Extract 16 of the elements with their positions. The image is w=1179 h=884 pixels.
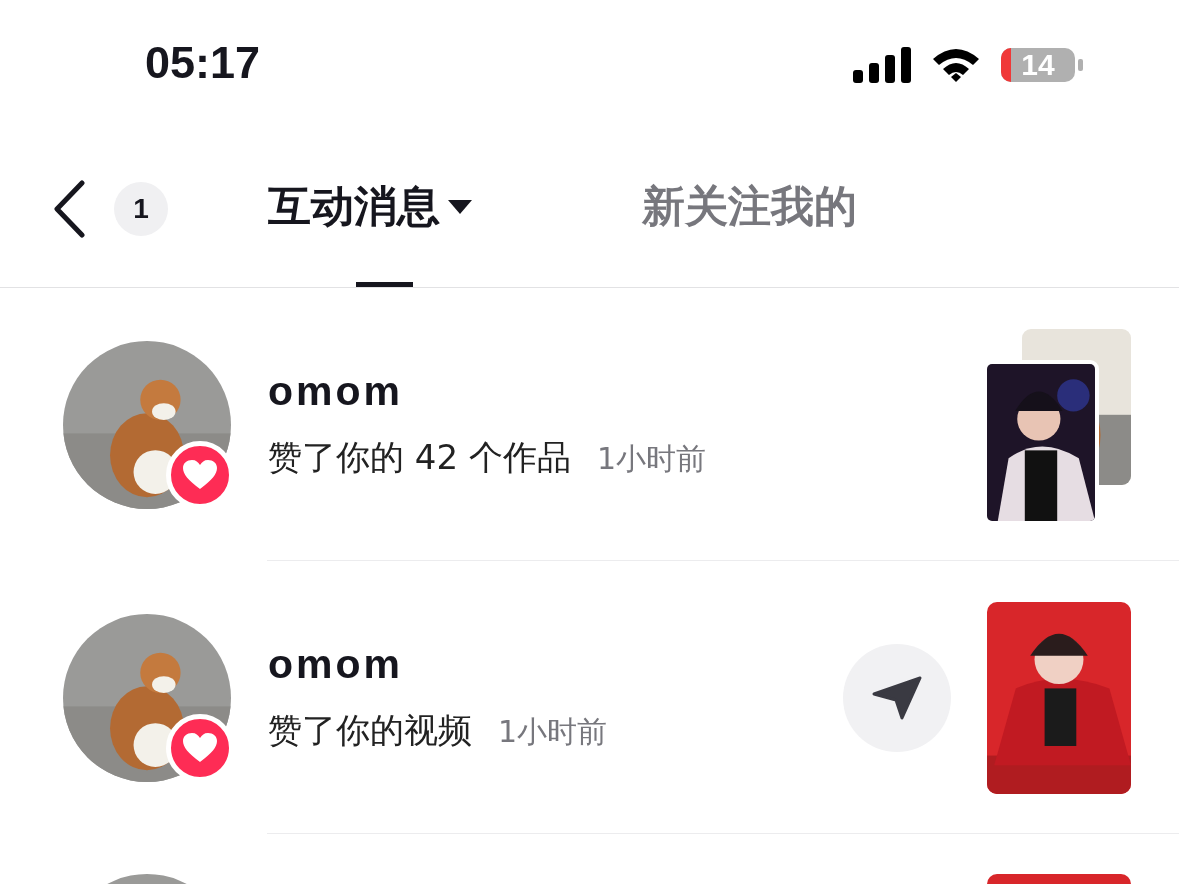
status-time: 05:17 <box>145 37 262 89</box>
time-ago: 1小时前 <box>596 440 706 478</box>
user-name[interactable]: omom <box>268 641 843 688</box>
notification-text: 赞了你的视频 <box>268 709 472 752</box>
tab[interactable]: 互动消息 <box>268 130 472 287</box>
notification-text: 赞了你的 42 个作品 <box>268 436 571 479</box>
time-ago: 1小时前 <box>498 713 608 751</box>
back-button[interactable] <box>52 179 86 238</box>
signal-icon <box>853 47 911 83</box>
paper-plane-icon <box>872 675 922 720</box>
unread-count: 1 <box>114 181 168 236</box>
wifi-icon <box>931 47 981 83</box>
notification-row[interactable]: omom 赞了你的视频 1小时前 <box>0 561 1179 834</box>
user-name[interactable]: omom <box>268 368 987 415</box>
notification-row[interactable]: omom 赞了你的 42 个作品 1小时前 <box>0 288 1179 561</box>
tab[interactable]: 新关注我的 <box>642 130 857 287</box>
